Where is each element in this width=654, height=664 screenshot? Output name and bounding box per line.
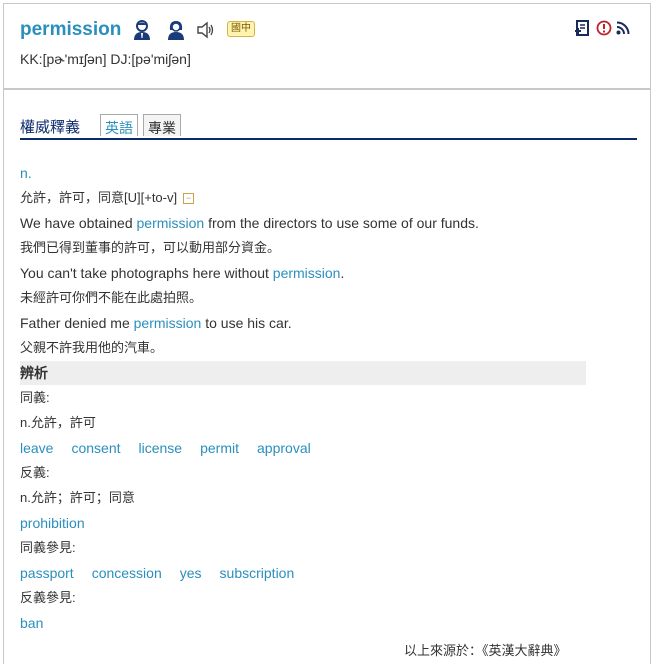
analysis-heading: 辨析 [20, 361, 586, 385]
collapse-icon[interactable]: − [183, 193, 195, 205]
tab-professional[interactable]: 專業 [143, 114, 181, 136]
antonyms-pos: n.允許；許可；同意 [20, 490, 135, 505]
example-text: You can't take photographs here without [20, 265, 273, 281]
definition-tabs: 權威釋義 英語 專業 [20, 112, 637, 140]
see-antonym-link[interactable]: ban [20, 615, 43, 631]
example-text: Father denied me [20, 315, 134, 331]
see-antonyms-label: 反義參見: [20, 590, 76, 605]
antonym-links: prohibition [20, 514, 103, 532]
example-translation: 我們已得到董事的許可，可以動用部分資金。 [20, 240, 281, 255]
see-synonym-link[interactable]: passport [20, 565, 74, 581]
entry-header: permission 國中 KK:[pɚ'mɪʃən] DJ:[pə'miʃən… [4, 4, 650, 90]
meaning-row: 允許，許可，同意[U][+to-v] − [20, 189, 195, 207]
male-speaker-icon[interactable] [132, 20, 152, 45]
speaker-volume-icon[interactable] [196, 21, 216, 44]
example-text: . [340, 265, 345, 281]
see-antonym-links: ban [20, 614, 61, 632]
see-synonym-link[interactable]: yes [180, 565, 202, 581]
example-translation: 未經許可你們不能在此處拍照。 [20, 290, 203, 305]
example-text: to use his car. [201, 315, 292, 331]
antonyms-label: 反義: [20, 465, 50, 480]
phonetic-text: KK:[pɚ'mɪʃən] DJ:[pə'miʃən] [20, 51, 191, 67]
see-synonym-link[interactable]: subscription [220, 565, 295, 581]
synonym-links: leave consent license permit approval [20, 439, 329, 457]
synonyms-pos: n.允許，許可 [20, 415, 96, 430]
example-text: We have obtained [20, 215, 137, 231]
see-synonyms-label: 同義參見: [20, 540, 76, 555]
example-highlight: permission [136, 215, 205, 231]
synonym-link[interactable]: license [139, 440, 183, 456]
see-synonym-link[interactable]: concession [92, 565, 162, 581]
example-sentence: You can't take photographs here without … [20, 264, 344, 282]
headword: permission [20, 19, 122, 40]
header-actions [574, 19, 630, 42]
synonym-link[interactable]: permit [200, 440, 239, 456]
see-synonym-links: passport concession yes subscription [20, 564, 312, 582]
synonyms-label: 同義: [20, 390, 50, 405]
example-sentence: Father denied me permission to use his c… [20, 314, 292, 332]
pronunciation-icons [132, 20, 216, 45]
synonym-link[interactable]: approval [257, 440, 311, 456]
meaning-text: 允許，許可，同意[U][+to-v] [20, 190, 178, 205]
synonym-link[interactable]: leave [20, 440, 53, 456]
part-of-speech: n. [20, 165, 32, 181]
antonym-link[interactable]: prohibition [20, 515, 85, 531]
rss-feed-icon[interactable] [616, 21, 630, 40]
example-highlight: permission [272, 265, 341, 281]
add-to-wordbook-icon[interactable] [574, 19, 592, 42]
synonym-link[interactable]: consent [71, 440, 120, 456]
example-translation: 父親不許我用他的汽車。 [20, 340, 164, 355]
example-highlight: permission [133, 315, 202, 331]
example-sentence: We have obtained permission from the dir… [20, 214, 479, 232]
dictionary-panel: permission 國中 KK:[pɚ'mɪʃən] DJ:[pə'miʃən… [3, 3, 651, 664]
section-title: 權威釋義 [20, 119, 81, 136]
female-speaker-icon[interactable] [166, 20, 186, 45]
example-text: from the directors to use some of our fu… [204, 215, 479, 231]
tab-english[interactable]: 英語 [100, 114, 138, 136]
report-error-icon[interactable] [596, 20, 612, 41]
source-attribution: 以上來源於：《英漢大辭典》 [404, 643, 567, 658]
level-badge: 國中 [227, 21, 255, 37]
